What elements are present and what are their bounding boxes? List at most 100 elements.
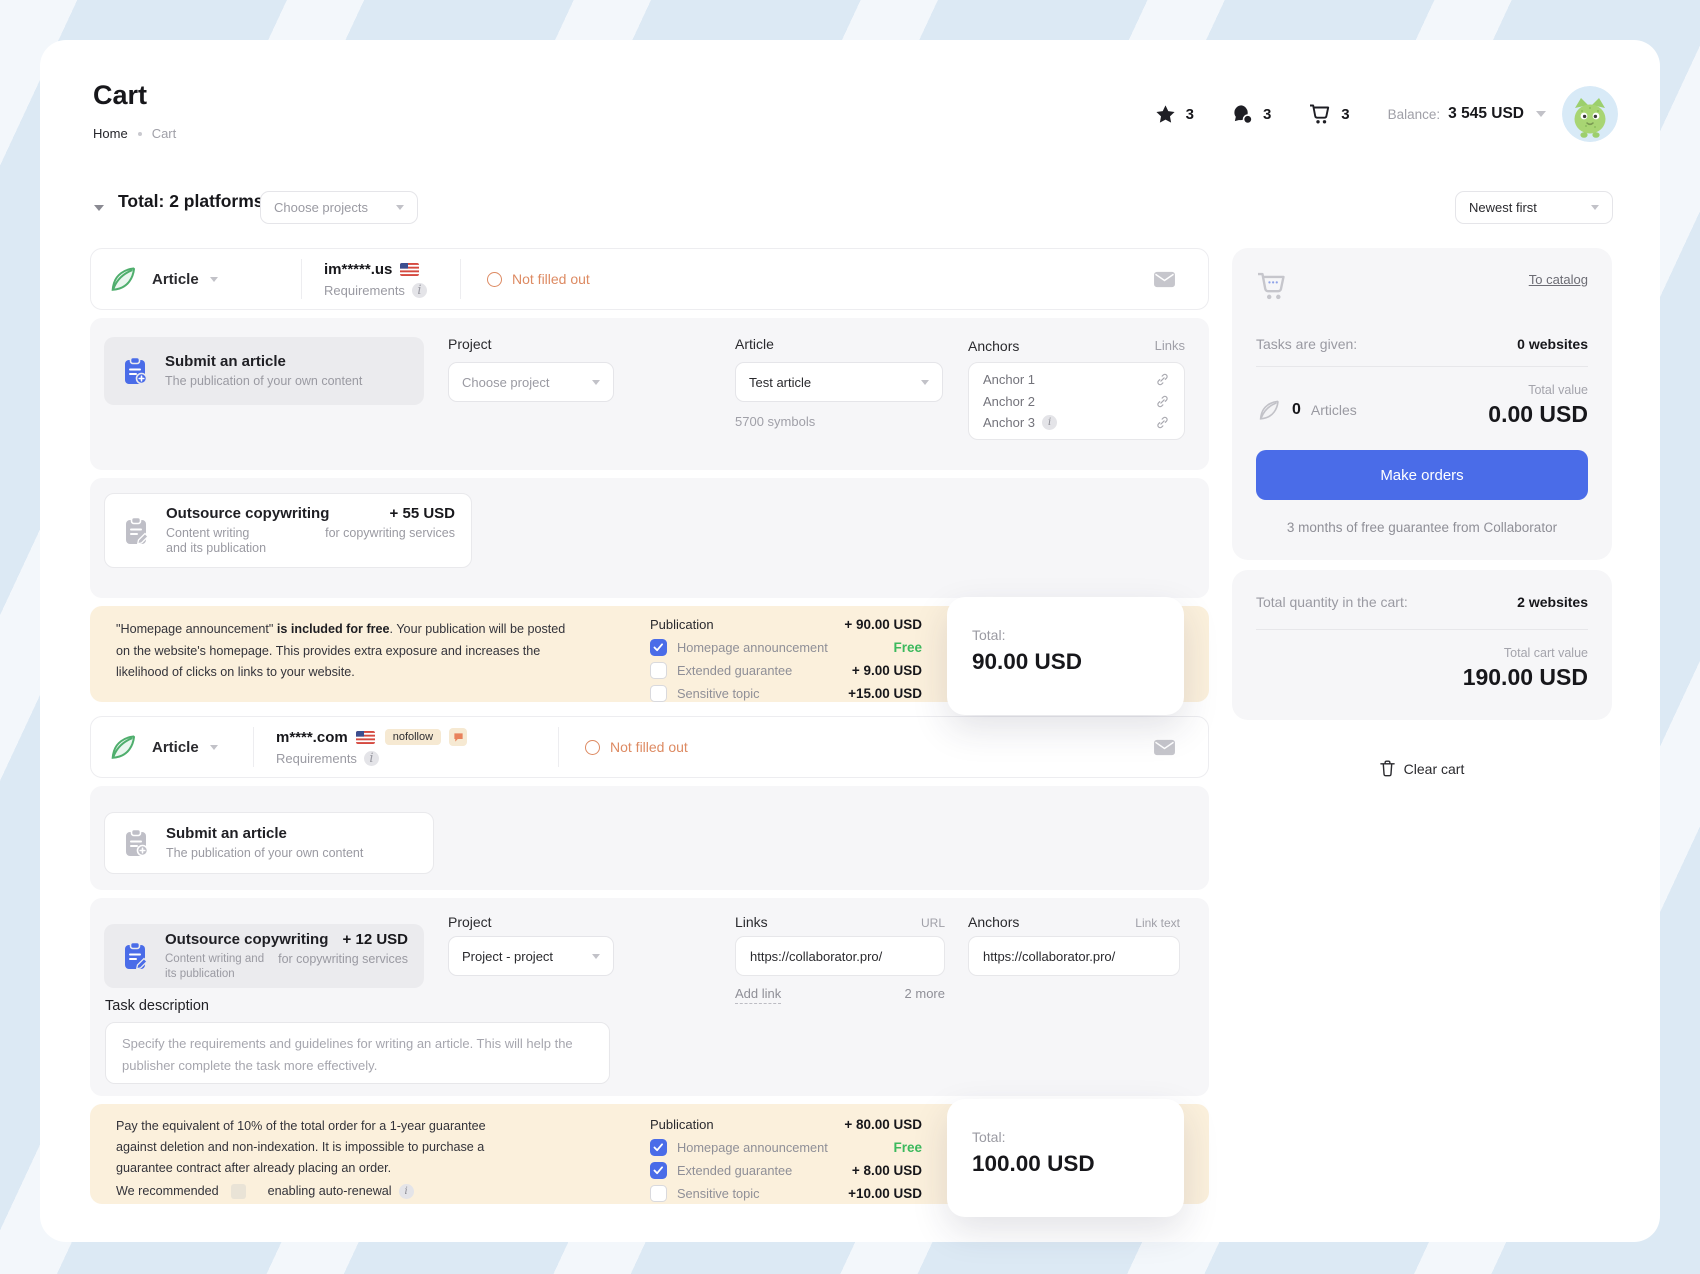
publication-label: Publication: [650, 1117, 714, 1132]
submit-article-option[interactable]: Submit an article The publication of you…: [104, 812, 434, 874]
link-url-input[interactable]: [735, 936, 945, 976]
platform-2-header: Article m****.com nofollow Requirements …: [90, 716, 1209, 778]
outsource-copywriting-option[interactable]: Outsource copywriting + 55 USD Content w…: [104, 493, 472, 568]
banner-text: Pay the equivalent of 10% of the total o…: [116, 1116, 524, 1202]
chevron-down-icon[interactable]: [1536, 111, 1546, 117]
trash-icon: [1380, 760, 1395, 777]
divider: [253, 727, 254, 767]
clipboard-add-icon: [120, 356, 150, 386]
sensitive-topic-checkbox[interactable]: [650, 1185, 667, 1202]
articles-label: Articles: [1311, 402, 1357, 418]
platform-1-outsource-section: Outsource copywriting + 55 USD Content w…: [90, 478, 1209, 598]
info-icon[interactable]: i: [412, 283, 427, 298]
platform-type-select[interactable]: Article: [107, 731, 253, 763]
favorites-button[interactable]: 3: [1155, 104, 1194, 125]
platform-2-outsource-section: Outsource copywriting + 12 USD Content w…: [90, 898, 1209, 1096]
clear-cart-button[interactable]: Clear cart: [1232, 760, 1612, 777]
submit-article-option[interactable]: Submit an article The publication of you…: [104, 337, 424, 405]
linktext-column-label: Link text: [1135, 916, 1180, 930]
tasks-given-value: 0 websites: [1517, 336, 1588, 352]
cart-icon: [1256, 272, 1288, 300]
star-icon: [1155, 104, 1176, 125]
site-info: im*****.us Requirements i: [324, 261, 460, 298]
platform-type-select[interactable]: Article: [107, 263, 301, 295]
anchor-row: Anchor 2: [983, 394, 1170, 409]
requirements-link[interactable]: Requirements: [276, 751, 357, 766]
outsource-copywriting-option[interactable]: Outsource copywriting + 12 USD Content w…: [104, 924, 424, 988]
envelope-icon[interactable]: [1153, 270, 1176, 289]
banner-text: "Homepage announcement" is included for …: [116, 619, 568, 684]
article-select[interactable]: Test article: [735, 362, 943, 402]
platform-1-header: Article im*****.us Requirements i Not fi…: [90, 248, 1209, 310]
divider: [1256, 629, 1588, 630]
order-summary-sidebar: To catalog Tasks are given: 0 websites 0…: [1232, 248, 1612, 777]
choose-projects-select[interactable]: Choose projects: [260, 191, 418, 224]
messages-button[interactable]: 3: [1232, 104, 1271, 125]
chevron-down-icon: [592, 380, 600, 385]
breadcrumb-home[interactable]: Home: [93, 126, 128, 141]
status-badge: Not filled out: [585, 739, 688, 755]
divider: [1256, 366, 1588, 367]
site-name[interactable]: im*****.us: [324, 261, 392, 278]
anchor-row: Anchor 3i: [983, 415, 1170, 430]
homepage-announcement-checkbox[interactable]: [650, 1139, 667, 1156]
anchor-text-input[interactable]: [968, 936, 1180, 976]
sensitive-topic-checkbox[interactable]: [650, 685, 667, 702]
chevron-down-icon: [210, 745, 218, 750]
project-select[interactable]: Project - project: [448, 936, 614, 976]
make-orders-button[interactable]: Make orders: [1256, 450, 1588, 500]
breadcrumb-current: Cart: [152, 126, 177, 141]
homepage-announcement-checkbox[interactable]: [650, 639, 667, 656]
cart-value: 190.00 USD: [1256, 664, 1588, 691]
project-label: Project: [448, 336, 492, 352]
clipboard-add-icon: [121, 828, 151, 858]
quantity-label: Total quantity in the cart:: [1256, 594, 1408, 610]
breadcrumb: Home Cart: [93, 126, 176, 141]
add-link-button[interactable]: Add link: [735, 986, 781, 1004]
feather-icon: [1256, 397, 1282, 423]
clipboard-edit-icon: [120, 941, 150, 971]
favorites-count: 3: [1186, 106, 1194, 123]
link-icon[interactable]: [1155, 415, 1170, 430]
publication-price: + 80.00 USD: [844, 1117, 922, 1132]
chevron-down-icon: [210, 277, 218, 282]
topbar: 3 3 3 Balance: 3 545 USD: [1155, 85, 1618, 143]
pricing-options: Publication + 80.00 USD Homepage announc…: [650, 1113, 922, 1205]
link-icon[interactable]: [1155, 372, 1170, 387]
feather-icon: [107, 731, 139, 763]
cart-totals-card: Total quantity in the cart: 2 websites T…: [1232, 570, 1612, 720]
platform-2-total-value: 100.00 USD: [972, 1151, 1184, 1177]
to-catalog-link[interactable]: To catalog: [1529, 272, 1588, 287]
task-description-input[interactable]: [105, 1022, 610, 1084]
guarantee-note: 3 months of free guarantee from Collabor…: [1256, 520, 1588, 535]
us-flag-icon: [356, 731, 375, 744]
feather-icon: [107, 263, 139, 295]
avatar[interactable]: [1562, 86, 1618, 142]
cart-button[interactable]: 3: [1309, 104, 1349, 124]
breadcrumb-separator: [138, 132, 142, 136]
publication-price: + 90.00 USD: [844, 617, 922, 632]
platform-2-total-card: Total: 100.00 USD: [947, 1099, 1184, 1217]
more-links-label[interactable]: 2 more: [905, 986, 945, 1004]
info-icon[interactable]: i: [364, 751, 379, 766]
anchors-list: Anchor 1 Anchor 2 Anchor 3i: [968, 362, 1185, 440]
info-icon[interactable]: i: [399, 1184, 414, 1199]
tasks-given-label: Tasks are given:: [1256, 336, 1357, 352]
extended-guarantee-checkbox[interactable]: [650, 662, 667, 679]
requirements-link[interactable]: Requirements: [324, 283, 405, 298]
project-select[interactable]: Choose project: [448, 362, 614, 402]
info-icon[interactable]: i: [1042, 415, 1057, 430]
comment-icon[interactable]: [449, 728, 467, 746]
site-name[interactable]: m****.com: [276, 729, 348, 746]
publication-label: Publication: [650, 617, 714, 632]
project-label: Project: [448, 914, 492, 930]
links-label: Links: [735, 914, 768, 930]
extended-guarantee-checkbox[interactable]: [650, 1162, 667, 1179]
sort-select[interactable]: Newest first: [1455, 191, 1613, 224]
link-icon[interactable]: [1155, 394, 1170, 409]
envelope-icon[interactable]: [1153, 738, 1176, 757]
chevron-down-icon: [592, 954, 600, 959]
collapse-caret-icon[interactable]: [94, 205, 104, 211]
cart-count: 3: [1341, 106, 1349, 123]
auto-renewal-checkbox[interactable]: [231, 1184, 246, 1199]
